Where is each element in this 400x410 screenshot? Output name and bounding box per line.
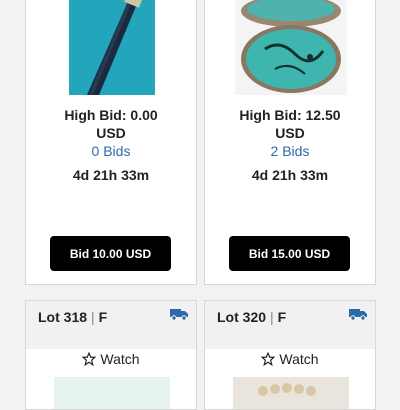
currency: USD (275, 125, 305, 141)
lot-image[interactable] (233, 377, 349, 409)
time-left: 4d 21h 33m (251, 167, 329, 183)
high-bid: High Bid: 0.00 (64, 107, 158, 123)
lot-card: Lot 318 | F Watch (25, 300, 197, 410)
bids-link[interactable]: 2 Bids (205, 143, 375, 159)
watch-button[interactable]: Watch (205, 351, 375, 367)
lot-image[interactable] (235, 0, 347, 95)
truck-icon (349, 309, 367, 321)
lot-header: Lot 318 | F (26, 301, 196, 349)
currency: USD (96, 125, 126, 141)
lot-card: High Bid: 0.00 USD 0 Bids 4d 21h 33m Bid… (25, 0, 197, 285)
lot-number: Lot 320 (217, 309, 267, 325)
bid-button[interactable]: Bid 10.00 USD (50, 236, 171, 271)
star-icon (82, 351, 97, 367)
lot-flag: F (277, 309, 287, 325)
lot-flag: F (98, 309, 108, 325)
lot-card: High Bid: 12.50 USD 2 Bids 4d 21h 33m Bi… (204, 0, 376, 285)
lot-number: Lot 318 (38, 309, 88, 325)
truck-icon (170, 309, 188, 321)
lot-title[interactable]: Lot 318 | F (38, 309, 107, 325)
watch-label: Watch (279, 351, 319, 367)
watch-button[interactable]: Watch (26, 351, 196, 367)
watch-label: Watch (100, 351, 140, 367)
lot-image[interactable] (69, 0, 155, 95)
lot-card: Lot 320 | F Watch (204, 300, 376, 410)
star-icon (261, 351, 276, 367)
bids-link[interactable]: 0 Bids (26, 143, 196, 159)
time-left: 4d 21h 33m (72, 167, 150, 183)
high-bid: High Bid: 12.50 (239, 107, 341, 123)
divider: | (270, 309, 274, 325)
divider: | (91, 309, 95, 325)
lot-title[interactable]: Lot 320 | F (217, 309, 286, 325)
lot-header: Lot 320 | F (205, 301, 375, 349)
bid-button[interactable]: Bid 15.00 USD (229, 236, 350, 271)
lot-image[interactable] (54, 377, 170, 409)
